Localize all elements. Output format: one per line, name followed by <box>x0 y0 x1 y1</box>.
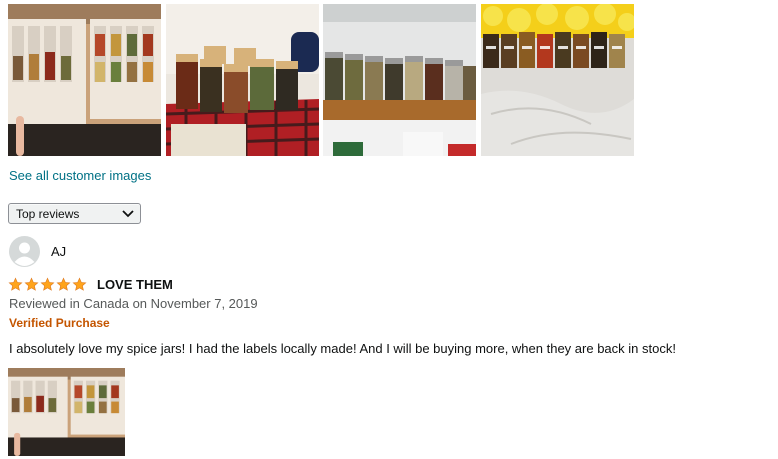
review-date: Reviewed in Canada on November 7, 2019 <box>9 296 258 311</box>
customer-image-thumbnail[interactable] <box>166 4 319 156</box>
sort-reviews-dropdown[interactable]: Top reviews <box>8 203 141 224</box>
star-icon <box>40 277 55 291</box>
review-title[interactable]: LOVE THEM <box>97 277 173 292</box>
sort-selected-value: Top reviews <box>16 207 80 221</box>
default-avatar-icon <box>9 236 40 267</box>
customer-images-strip <box>8 4 638 156</box>
review-body: I absolutely love my spice jars! I had t… <box>9 341 676 356</box>
star-icon <box>8 277 23 291</box>
star-icon <box>24 277 39 291</box>
spice-rack-drawer-photo <box>8 4 161 156</box>
labeled-jars-photo <box>481 4 634 156</box>
star-rating[interactable] <box>8 277 88 293</box>
customer-image-thumbnail[interactable] <box>8 4 161 156</box>
bamboo-lid-jars-photo <box>166 4 319 156</box>
star-icon <box>72 277 87 291</box>
star-icon <box>56 277 71 291</box>
verified-purchase-badge: Verified Purchase <box>9 316 110 330</box>
shelf-jars-photo <box>323 4 476 156</box>
customer-image-thumbnail[interactable] <box>481 4 634 156</box>
customer-image-thumbnail[interactable] <box>323 4 476 156</box>
see-all-customer-images-link[interactable]: See all customer images <box>9 168 151 183</box>
review-author-name[interactable]: AJ <box>51 244 66 259</box>
chevron-down-icon <box>122 210 134 218</box>
spice-rack-drawer-photo <box>8 368 125 456</box>
review-image-thumbnail[interactable] <box>8 368 125 456</box>
